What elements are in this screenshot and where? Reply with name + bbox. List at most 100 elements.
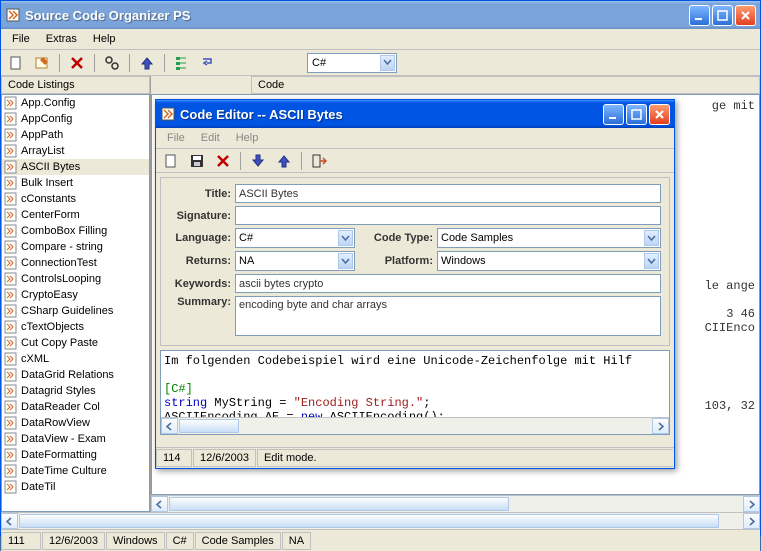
scroll-right-button[interactable] <box>652 418 669 434</box>
menu-help[interactable]: Help <box>86 31 123 47</box>
tree-item-label: DataReader Col <box>21 401 100 413</box>
editor-new-button[interactable] <box>160 150 182 172</box>
language-filter-combo[interactable]: C# <box>307 53 397 73</box>
tree-item[interactable]: ConnectionTest <box>2 255 149 271</box>
scroll-left-button[interactable] <box>161 418 178 434</box>
chevron-down-icon <box>338 253 353 269</box>
combo-value: C# <box>312 57 326 69</box>
code-file-icon <box>4 368 18 382</box>
editor-menu-help[interactable]: Help <box>229 130 266 146</box>
scroll-left-button[interactable] <box>151 496 168 512</box>
status-language: C# <box>166 532 194 550</box>
editor-close-button[interactable] <box>649 104 670 125</box>
code-file-icon <box>4 480 18 494</box>
language-combo[interactable]: C# <box>235 228 355 248</box>
tree-button[interactable] <box>171 52 193 74</box>
summary-input[interactable]: encoding byte and char arrays <box>235 296 661 336</box>
code-file-icon <box>4 240 18 254</box>
editor-save-button[interactable] <box>186 150 208 172</box>
signature-input[interactable] <box>235 206 661 225</box>
tree-item[interactable]: AppPath <box>2 127 149 143</box>
sidebar-panel: Code Listings App.ConfigAppConfigAppPath… <box>1 76 151 512</box>
tree-item[interactable]: CSharp Guidelines <box>2 303 149 319</box>
menu-extras[interactable]: Extras <box>39 31 84 47</box>
returns-combo[interactable]: NA <box>235 251 355 271</box>
editor-down-button[interactable] <box>247 150 269 172</box>
code-scrollbar-horizontal[interactable] <box>151 495 760 512</box>
main-title: Source Code Organizer PS <box>25 8 689 23</box>
title-input[interactable]: ASCII Bytes <box>235 184 661 203</box>
tree-item[interactable]: DateTime Culture <box>2 463 149 479</box>
tree-item-label: DataGrid Relations <box>21 369 114 381</box>
tree-item[interactable]: DateFormatting <box>2 447 149 463</box>
tree-item[interactable]: Datagrid Styles <box>2 383 149 399</box>
wrap-button[interactable] <box>197 52 219 74</box>
code-listings-tree[interactable]: App.Config AppConfig AppPath ArrayListASCII… <box>1 94 150 512</box>
maximize-button[interactable] <box>712 5 733 26</box>
editor-code-scrollbar[interactable] <box>161 417 669 434</box>
scrollbar-thumb[interactable] <box>179 419 239 433</box>
close-button[interactable] <box>735 5 756 26</box>
tree-item[interactable]: ControlsLooping <box>2 271 149 287</box>
scroll-left-button[interactable] <box>1 513 18 529</box>
platform-label: Platform: <box>359 255 433 267</box>
editor-maximize-button[interactable] <box>626 104 647 125</box>
editor-exit-button[interactable] <box>308 150 330 172</box>
main-toolbar: C# <box>1 50 760 76</box>
codetype-combo[interactable]: Code Samples <box>437 228 661 248</box>
scroll-right-button[interactable] <box>743 496 760 512</box>
up-button[interactable] <box>136 52 158 74</box>
tree-item[interactable]: AppConfig <box>2 111 149 127</box>
tree-item[interactable]: Bulk Insert <box>2 175 149 191</box>
platform-combo[interactable]: Windows <box>437 251 661 271</box>
editor-titlebar[interactable]: Code Editor -- ASCII Bytes <box>156 100 674 128</box>
editor-status-mode: Edit mode. <box>257 449 673 467</box>
main-scrollbar-horizontal[interactable] <box>1 512 760 529</box>
tree-item[interactable]: Cut Copy Paste <box>2 335 149 351</box>
tree-item[interactable]: cXML <box>2 351 149 367</box>
delete-button[interactable] <box>66 52 88 74</box>
tree-item[interactable]: DataReader Col <box>2 399 149 415</box>
tree-item[interactable]: DataView - Exam <box>2 431 149 447</box>
new-button[interactable] <box>5 52 27 74</box>
editor-menu-edit[interactable]: Edit <box>194 130 227 146</box>
editor-code-textarea[interactable]: Im folgenden Codebeispiel wird eine Unic… <box>160 350 670 435</box>
scrollbar-thumb[interactable] <box>169 497 509 511</box>
editor-up-button[interactable] <box>273 150 295 172</box>
tree-item[interactable]: ArrayList <box>2 143 149 159</box>
tree-item[interactable]: cConstants <box>2 191 149 207</box>
code-file-icon <box>4 256 18 270</box>
tree-item[interactable]: CenterForm <box>2 207 149 223</box>
editor-delete-button[interactable] <box>212 150 234 172</box>
tree-item[interactable]: DataGrid Relations <box>2 367 149 383</box>
editor-menu-file[interactable]: File <box>160 130 192 146</box>
tree-item-label: ComboBox Filling <box>21 225 107 237</box>
tree-item-label: cTextObjects <box>21 321 84 333</box>
chevron-down-icon <box>644 230 659 246</box>
tree-item[interactable]: DateTil <box>2 479 149 495</box>
edit-button[interactable] <box>31 52 53 74</box>
tree-item[interactable]: cTextObjects <box>2 319 149 335</box>
minimize-button[interactable] <box>689 5 710 26</box>
code-file-icon <box>4 288 18 302</box>
tree-item[interactable]: ASCII Bytes <box>2 159 149 175</box>
main-menubar: File Extras Help <box>1 29 760 50</box>
summary-label: Summary: <box>169 296 231 308</box>
scrollbar-thumb[interactable] <box>19 514 719 528</box>
status-count: 111 <box>1 532 41 550</box>
editor-minimize-button[interactable] <box>603 104 624 125</box>
menu-file[interactable]: File <box>5 31 37 47</box>
tree-item[interactable]: CryptoEasy <box>2 287 149 303</box>
tree-item[interactable]: App.Config <box>2 95 149 111</box>
tree-item[interactable]: ComboBox Filling <box>2 223 149 239</box>
keywords-input[interactable]: ascii bytes crypto <box>235 274 661 293</box>
scroll-right-button[interactable] <box>743 513 760 529</box>
tree-item-label: AppConfig <box>21 113 72 125</box>
tree-item-label: AppPath <box>21 129 63 141</box>
find-button[interactable] <box>101 52 123 74</box>
tree-item[interactable]: DataRowView <box>2 415 149 431</box>
keywords-label: Keywords: <box>169 278 231 290</box>
tree-item[interactable]: Compare - string <box>2 239 149 255</box>
code-file-icon <box>4 384 18 398</box>
main-titlebar[interactable]: Source Code Organizer PS <box>1 1 760 29</box>
